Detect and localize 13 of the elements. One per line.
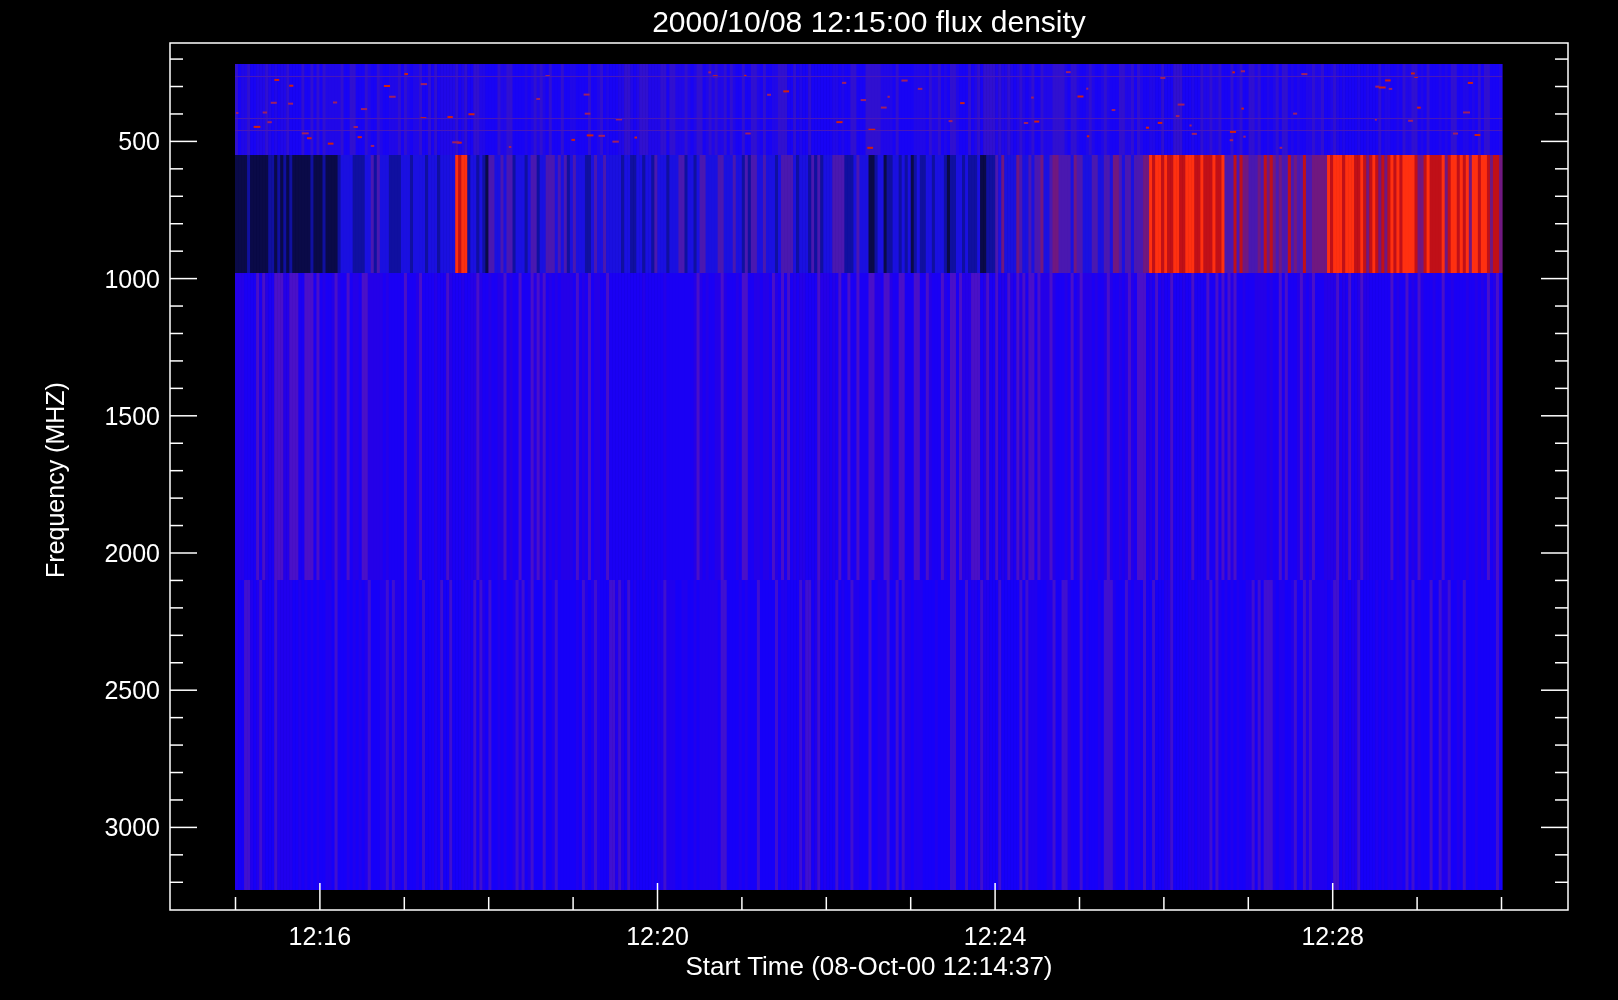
tick-label: 12:20 (626, 922, 689, 950)
axis-label: Frequency (MHZ) (41, 382, 69, 578)
plot-title: 2000/10/08 12:15:00 flux density (652, 5, 1086, 38)
tick-label: 2000 (104, 539, 160, 567)
tick-label: 1000 (104, 264, 160, 293)
tick-label: 3000 (104, 813, 160, 842)
tick-label: 1500 (104, 401, 160, 430)
tick-label: 500 (118, 127, 160, 156)
tick-label: 12:16 (288, 922, 352, 950)
axis-label: Start Time (08-Oct-00 12:14:37) (685, 951, 1053, 981)
tick-label: 12:28 (1301, 922, 1364, 950)
tick-label: 12:24 (963, 922, 1027, 950)
tick-label: 2500 (104, 676, 160, 705)
